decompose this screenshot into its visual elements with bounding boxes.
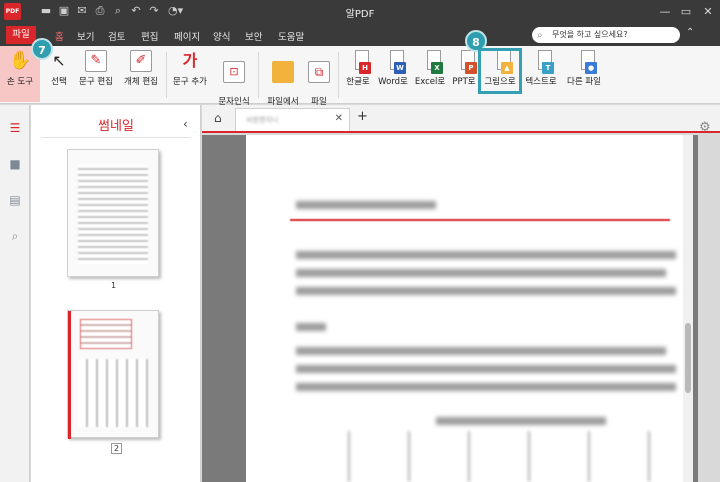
menu-security[interactable]: 보안 <box>245 29 262 43</box>
to-hwp-label: 한글로 <box>346 77 370 87</box>
ppt-file-icon: P <box>453 50 477 74</box>
menu-view[interactable]: 보기 <box>77 29 94 43</box>
menu-form[interactable]: 양식 <box>213 29 230 43</box>
close-tab-icon[interactable]: ✕ <box>335 113 343 124</box>
to-word-button[interactable]: W Word로 <box>376 50 410 87</box>
search-icon: ⌕ <box>537 30 543 41</box>
to-text-label: 텍스트로 <box>525 77 557 87</box>
word-file-icon: W <box>382 50 406 74</box>
to-hwp-button[interactable]: H 한글로 <box>342 50 374 87</box>
text-add-button[interactable]: 가 문구 추가 <box>170 50 210 87</box>
excel-file-icon: X <box>419 50 443 74</box>
menu-edit[interactable]: 편집 <box>141 29 158 43</box>
to-ppt-button[interactable]: P PPT로 <box>449 50 479 87</box>
hwp-file-icon: H <box>347 50 371 74</box>
ocr-icon: ⊡ <box>223 61 245 83</box>
to-other-label: 다른 파일 <box>567 77 601 87</box>
page-number-2: 2 <box>111 443 123 454</box>
page-number-1: 1 <box>111 281 117 290</box>
blurred-text-line <box>296 269 666 277</box>
to-excel-label: Excel로 <box>414 77 446 87</box>
search-input[interactable]: ⌕ 무엇을 하고 싶으세요? <box>532 27 680 43</box>
menu-home[interactable]: 홈 <box>55 29 64 43</box>
bookmark-icon[interactable]: ■ <box>8 157 22 171</box>
to-word-label: Word로 <box>378 77 408 87</box>
vertical-scrollbar[interactable] <box>683 135 693 482</box>
divider <box>41 137 191 138</box>
blurred-text-line <box>296 365 676 373</box>
hand-tool-label: 손 도구 <box>6 77 34 87</box>
page-thumbnail-1[interactable] <box>67 149 159 277</box>
to-excel-button[interactable]: X Excel로 <box>412 50 448 87</box>
blurred-caption <box>436 417 606 425</box>
object-edit-icon: ✐ <box>130 50 152 72</box>
collapse-panel-icon[interactable]: ‹ <box>183 117 188 131</box>
ribbon-separator <box>258 52 259 98</box>
blurred-table <box>290 431 680 482</box>
blurred-text-line <box>296 383 676 391</box>
thumbnail-title: 썸네일 <box>98 119 134 134</box>
ribbon: ✋ 손 도구 ↖ 선택 ✎ 문구 편집 ✐ 개체 편집 가 문구 추가 ⊡ 문자… <box>0 46 720 118</box>
text-edit-icon: ✎ <box>85 50 107 72</box>
merge-icon: ⧉ <box>308 61 330 83</box>
menu-page[interactable]: 페이지 <box>174 29 200 43</box>
minimize-icon[interactable]: — <box>656 3 674 20</box>
text-edit-label: 문구 편집 <box>79 77 113 87</box>
text-add-icon: 가 <box>182 51 198 70</box>
restore-icon[interactable]: ▭ <box>677 3 695 20</box>
collapse-ribbon-icon[interactable]: ⌃ <box>686 27 694 38</box>
close-icon[interactable]: ✕ <box>699 3 717 20</box>
text-file-icon: T <box>530 50 554 74</box>
thumbnail-panel: 썸네일 ‹ 1 2 <box>31 105 201 482</box>
select-label: 선택 <box>51 77 67 87</box>
search-placeholder: 무엇을 하고 싶으세요? <box>552 30 628 39</box>
menu-help[interactable]: 도움말 <box>278 29 304 43</box>
text-edit-button[interactable]: ✎ 문구 편집 <box>74 50 118 87</box>
section-rule <box>290 219 670 221</box>
text-add-label: 문구 추가 <box>173 77 207 87</box>
document-page <box>246 135 686 482</box>
highlight-box <box>478 48 522 94</box>
thumbnail-panel-icon[interactable]: ☰ <box>8 121 22 135</box>
folder-icon <box>272 61 294 83</box>
to-ppt-label: PPT로 <box>452 77 476 87</box>
document-tab[interactable]: 씨원엔지니 ✕ <box>235 108 350 131</box>
document-viewer[interactable] <box>202 135 698 482</box>
title-bar: PDF ▬ ▣ ✉ ⎙ ⌕ ↶ ↷ ◔▾ 알PDF — ▭ ✕ <box>0 0 720 24</box>
document-tab-label: 씨원엔지니 <box>246 116 279 124</box>
comment-icon[interactable]: ▤ <box>8 193 22 207</box>
blurred-text-line <box>296 347 666 355</box>
object-edit-label: 개체 편집 <box>124 77 158 87</box>
left-toolbar: ☰ ■ ▤ ⌕ <box>0 105 30 482</box>
blurred-text-line <box>296 287 676 295</box>
blurred-text-line <box>296 251 676 259</box>
app-title: 알PDF <box>345 9 375 20</box>
search-panel-icon[interactable]: ⌕ <box>8 229 22 243</box>
ribbon-separator <box>166 52 167 98</box>
menu-file[interactable]: 파일 <box>6 26 36 44</box>
to-other-button[interactable]: ● 다른 파일 <box>562 50 606 87</box>
scrollbar-thumb[interactable] <box>685 323 691 393</box>
page-thumbnail-2[interactable] <box>67 310 159 439</box>
object-edit-button[interactable]: ✐ 개체 편집 <box>118 50 164 87</box>
ribbon-separator <box>338 52 339 98</box>
blurred-heading <box>296 201 436 209</box>
menu-review[interactable]: 검토 <box>108 29 125 43</box>
hand-icon: ✋ <box>9 50 32 71</box>
other-file-icon: ● <box>573 50 597 74</box>
new-tab-icon[interactable]: + <box>357 109 368 124</box>
blurred-subheading <box>296 323 326 331</box>
document-tab-bar: ⌂ 씨원엔지니 ✕ + <box>202 105 720 133</box>
to-text-button[interactable]: T 텍스트로 <box>522 50 560 87</box>
home-icon[interactable]: ⌂ <box>214 111 222 125</box>
settings-gear-icon[interactable]: ⚙ <box>699 120 711 135</box>
step-badge-7: 7 <box>31 38 53 60</box>
